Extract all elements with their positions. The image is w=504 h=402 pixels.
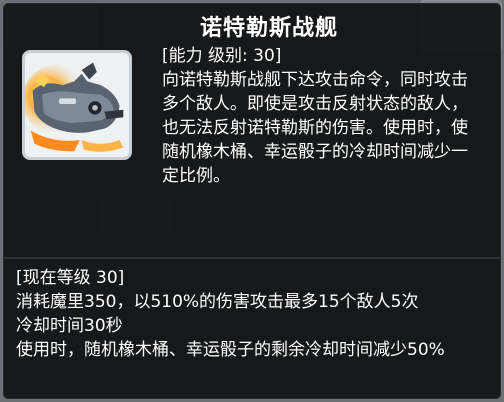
skill-description-block: [能力 级别: 30] 向诺特勒斯战舰下达攻击命令，同时攻击多个敌人。即使是攻击… bbox=[162, 44, 482, 188]
skill-tooltip: 诺特勒斯战舰 [能力 级别: 30] 向诺特勒斯战舰下达攻击命令，同时攻击多个敌… bbox=[3, 3, 501, 399]
current-level-header: [现在等级 30] bbox=[16, 268, 125, 288]
skill-description: 向诺特勒斯战舰下达攻击命令，同时攻击多个敌人。即使是攻击反射状态的敌人，也无法反… bbox=[162, 70, 468, 186]
skill-title: 诺特勒斯战舰 bbox=[199, 16, 338, 41]
current-level-line: 冷却时间30秒 bbox=[16, 316, 123, 336]
battleship-skill-icon bbox=[22, 50, 132, 160]
current-level-line: 消耗魔里350，以510%的伤害攻击最多15个敌人5次 bbox=[16, 292, 419, 312]
current-level-block: [现在等级 30] 消耗魔里350，以510%的伤害攻击最多15个敌人5次 冷却… bbox=[16, 266, 496, 362]
current-level-line: 使用时，随机橡木桶、幸运骰子的剩余冷却时间减少50% bbox=[16, 340, 445, 360]
skill-level-line: [能力 级别: 30] bbox=[162, 46, 282, 66]
divider bbox=[4, 257, 500, 259]
